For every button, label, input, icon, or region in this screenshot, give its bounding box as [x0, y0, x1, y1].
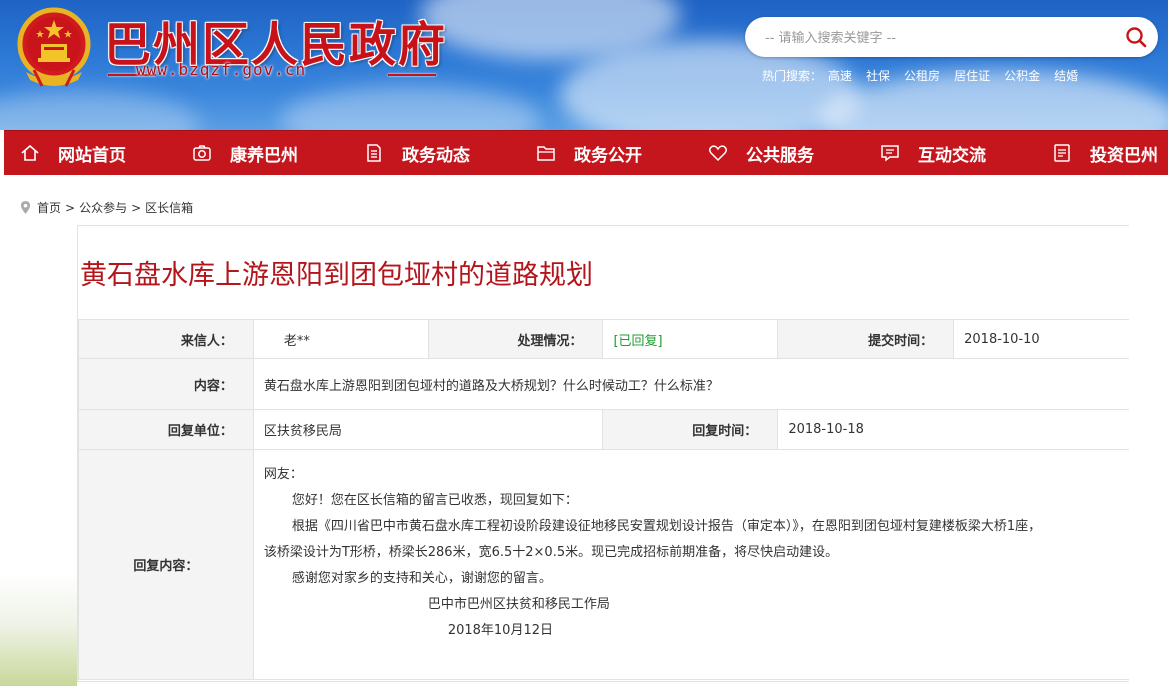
- heart-icon: [708, 145, 728, 162]
- reply-paragraph: 您好！您在区长信箱的留言已收悉，现回复如下：: [291, 493, 578, 508]
- reply-content-label: 回复内容：: [78, 449, 254, 680]
- hot-search-link[interactable]: 公积金: [1004, 67, 1040, 84]
- nav-item-interaction[interactable]: 互动交流: [880, 131, 986, 175]
- nav-item-news[interactable]: 政务动态: [364, 131, 470, 175]
- search-icon[interactable]: [1124, 25, 1148, 49]
- site-header: 巴州区人民政府 www.bzqzf.gov.cn 热门搜索： 高速 社保 公租房…: [0, 0, 1168, 130]
- hot-search-link[interactable]: 公租房: [904, 67, 940, 84]
- nav-item-label: 投资巴州: [1090, 145, 1158, 166]
- table-row: 回复单位： 区扶贫移民局 回复时间： 2018-10-18: [78, 409, 1130, 450]
- main-nav: 网站首页 康养巴州 政务动态 政务公开 公共服务 互动交流 投资巴州: [4, 130, 1168, 175]
- reply-time-value: 2018-10-18: [777, 409, 1130, 450]
- list-icon: [1054, 144, 1070, 162]
- page-title: 黄石盘水库上游恩阳到团包垭村的道路规划: [80, 260, 593, 291]
- submit-time-value: 2018-10-10: [953, 319, 1130, 359]
- status-label: 处理情况：: [427, 319, 604, 359]
- table-row: 回复内容： 网友： 您好！您在区长信箱的留言已收悉，现回复如下： 根据《四川省巴…: [78, 449, 1131, 680]
- breadcrumb-separator: >: [65, 200, 76, 215]
- chat-icon: [881, 145, 899, 162]
- right-margin: [1129, 175, 1168, 686]
- letter-info-table: 来信人： 老** 处理情况： [已回复] 提交时间： 2018-10-10 内容…: [78, 319, 1131, 680]
- hot-search-link[interactable]: 社保: [866, 67, 890, 84]
- reply-signature: 巴中市巴州区扶贫和移民工作局: [427, 597, 610, 612]
- breadcrumb: 首页 > 公众参与 > 区长信箱: [20, 199, 193, 216]
- nav-item-label: 互动交流: [918, 145, 986, 166]
- nav-item-label: 网站首页: [58, 145, 126, 166]
- national-emblem-icon: [17, 7, 91, 87]
- folder-icon: [537, 146, 555, 161]
- site-domain: www.bzqzf.gov.cn: [136, 60, 307, 79]
- breadcrumb-home[interactable]: 首页: [37, 199, 61, 216]
- nav-item-kangyang[interactable]: 康养巴州: [192, 131, 298, 175]
- table-row: 内容： 黄石盘水库上游恩阳到团包垭村的道路及大桥规划？什么时候动工？什么标准？: [78, 358, 1131, 410]
- sender-value: 老**: [252, 319, 429, 359]
- reply-unit-value: 区扶贫移民局: [252, 409, 604, 450]
- breadcrumb-mayor-mailbox[interactable]: 区长信箱: [145, 199, 193, 216]
- nav-item-invest[interactable]: 投资巴州: [1052, 131, 1158, 175]
- left-background: [0, 175, 77, 686]
- hot-search: 热门搜索： 高速 社保 公租房 居住证 公积金 结婚: [762, 67, 1078, 84]
- reply-greeting: 网友：: [263, 467, 303, 482]
- reply-paragraph: 感谢您对家乡的支持和关心，谢谢您的留言。: [291, 571, 552, 586]
- camera-icon: [193, 145, 211, 161]
- status-badge: [已回复]: [602, 319, 779, 359]
- nav-item-open-gov[interactable]: 政务公开: [536, 131, 642, 175]
- nav-item-home[interactable]: 网站首页: [20, 131, 126, 175]
- nav-item-label: 政务公开: [574, 145, 642, 166]
- domain-divider-right: [388, 74, 436, 76]
- breadcrumb-separator: >: [131, 200, 142, 215]
- content-label: 内容：: [78, 358, 254, 410]
- nav-item-label: 公共服务: [746, 145, 814, 166]
- content-value: 黄石盘水库上游恩阳到团包垭村的道路及大桥规划？什么时候动工？什么标准？: [252, 358, 1131, 410]
- reply-paragraph: 该桥梁设计为T形桥，桥梁长286米，宽6.5十2×0.5米。现已完成招标前期准备…: [263, 545, 839, 560]
- breadcrumb-public-participation[interactable]: 公众参与: [79, 199, 127, 216]
- submit-time-label: 提交时间：: [777, 319, 955, 359]
- hot-search-link[interactable]: 居住证: [954, 67, 990, 84]
- reply-unit-label: 回复单位：: [78, 409, 254, 450]
- nav-item-public-service[interactable]: 公共服务: [708, 131, 814, 175]
- reply-date: 2018年10月12日: [447, 623, 553, 638]
- sender-label: 来信人：: [78, 319, 254, 359]
- letter-detail: 黄石盘水库上游恩阳到团包垭村的道路规划 来信人： 老** 处理情况： [已回复]…: [77, 225, 1131, 682]
- location-pin-icon: [20, 201, 31, 214]
- reply-paragraph: 根据《四川省巴中市黄石盘水库工程初设阶段建设征地移民安置规划设计报告（审定本）》…: [291, 519, 1042, 534]
- hot-search-label: 热门搜索：: [762, 69, 823, 83]
- hot-search-link[interactable]: 高速: [828, 67, 852, 84]
- reply-content: 网友： 您好！您在区长信箱的留言已收悉，现回复如下： 根据《四川省巴中市黄石盘水…: [252, 449, 1131, 680]
- hot-search-link[interactable]: 结婚: [1054, 67, 1078, 84]
- table-row: 来信人： 老** 处理情况： [已回复] 提交时间： 2018-10-10: [78, 319, 1130, 359]
- search-input[interactable]: [763, 25, 1097, 51]
- search-box: [745, 17, 1158, 57]
- nav-item-label: 政务动态: [402, 145, 470, 166]
- home-icon: [21, 144, 39, 161]
- nav-item-label: 康养巴州: [230, 145, 298, 166]
- document-icon: [367, 144, 381, 162]
- reply-time-label: 回复时间：: [602, 409, 779, 450]
